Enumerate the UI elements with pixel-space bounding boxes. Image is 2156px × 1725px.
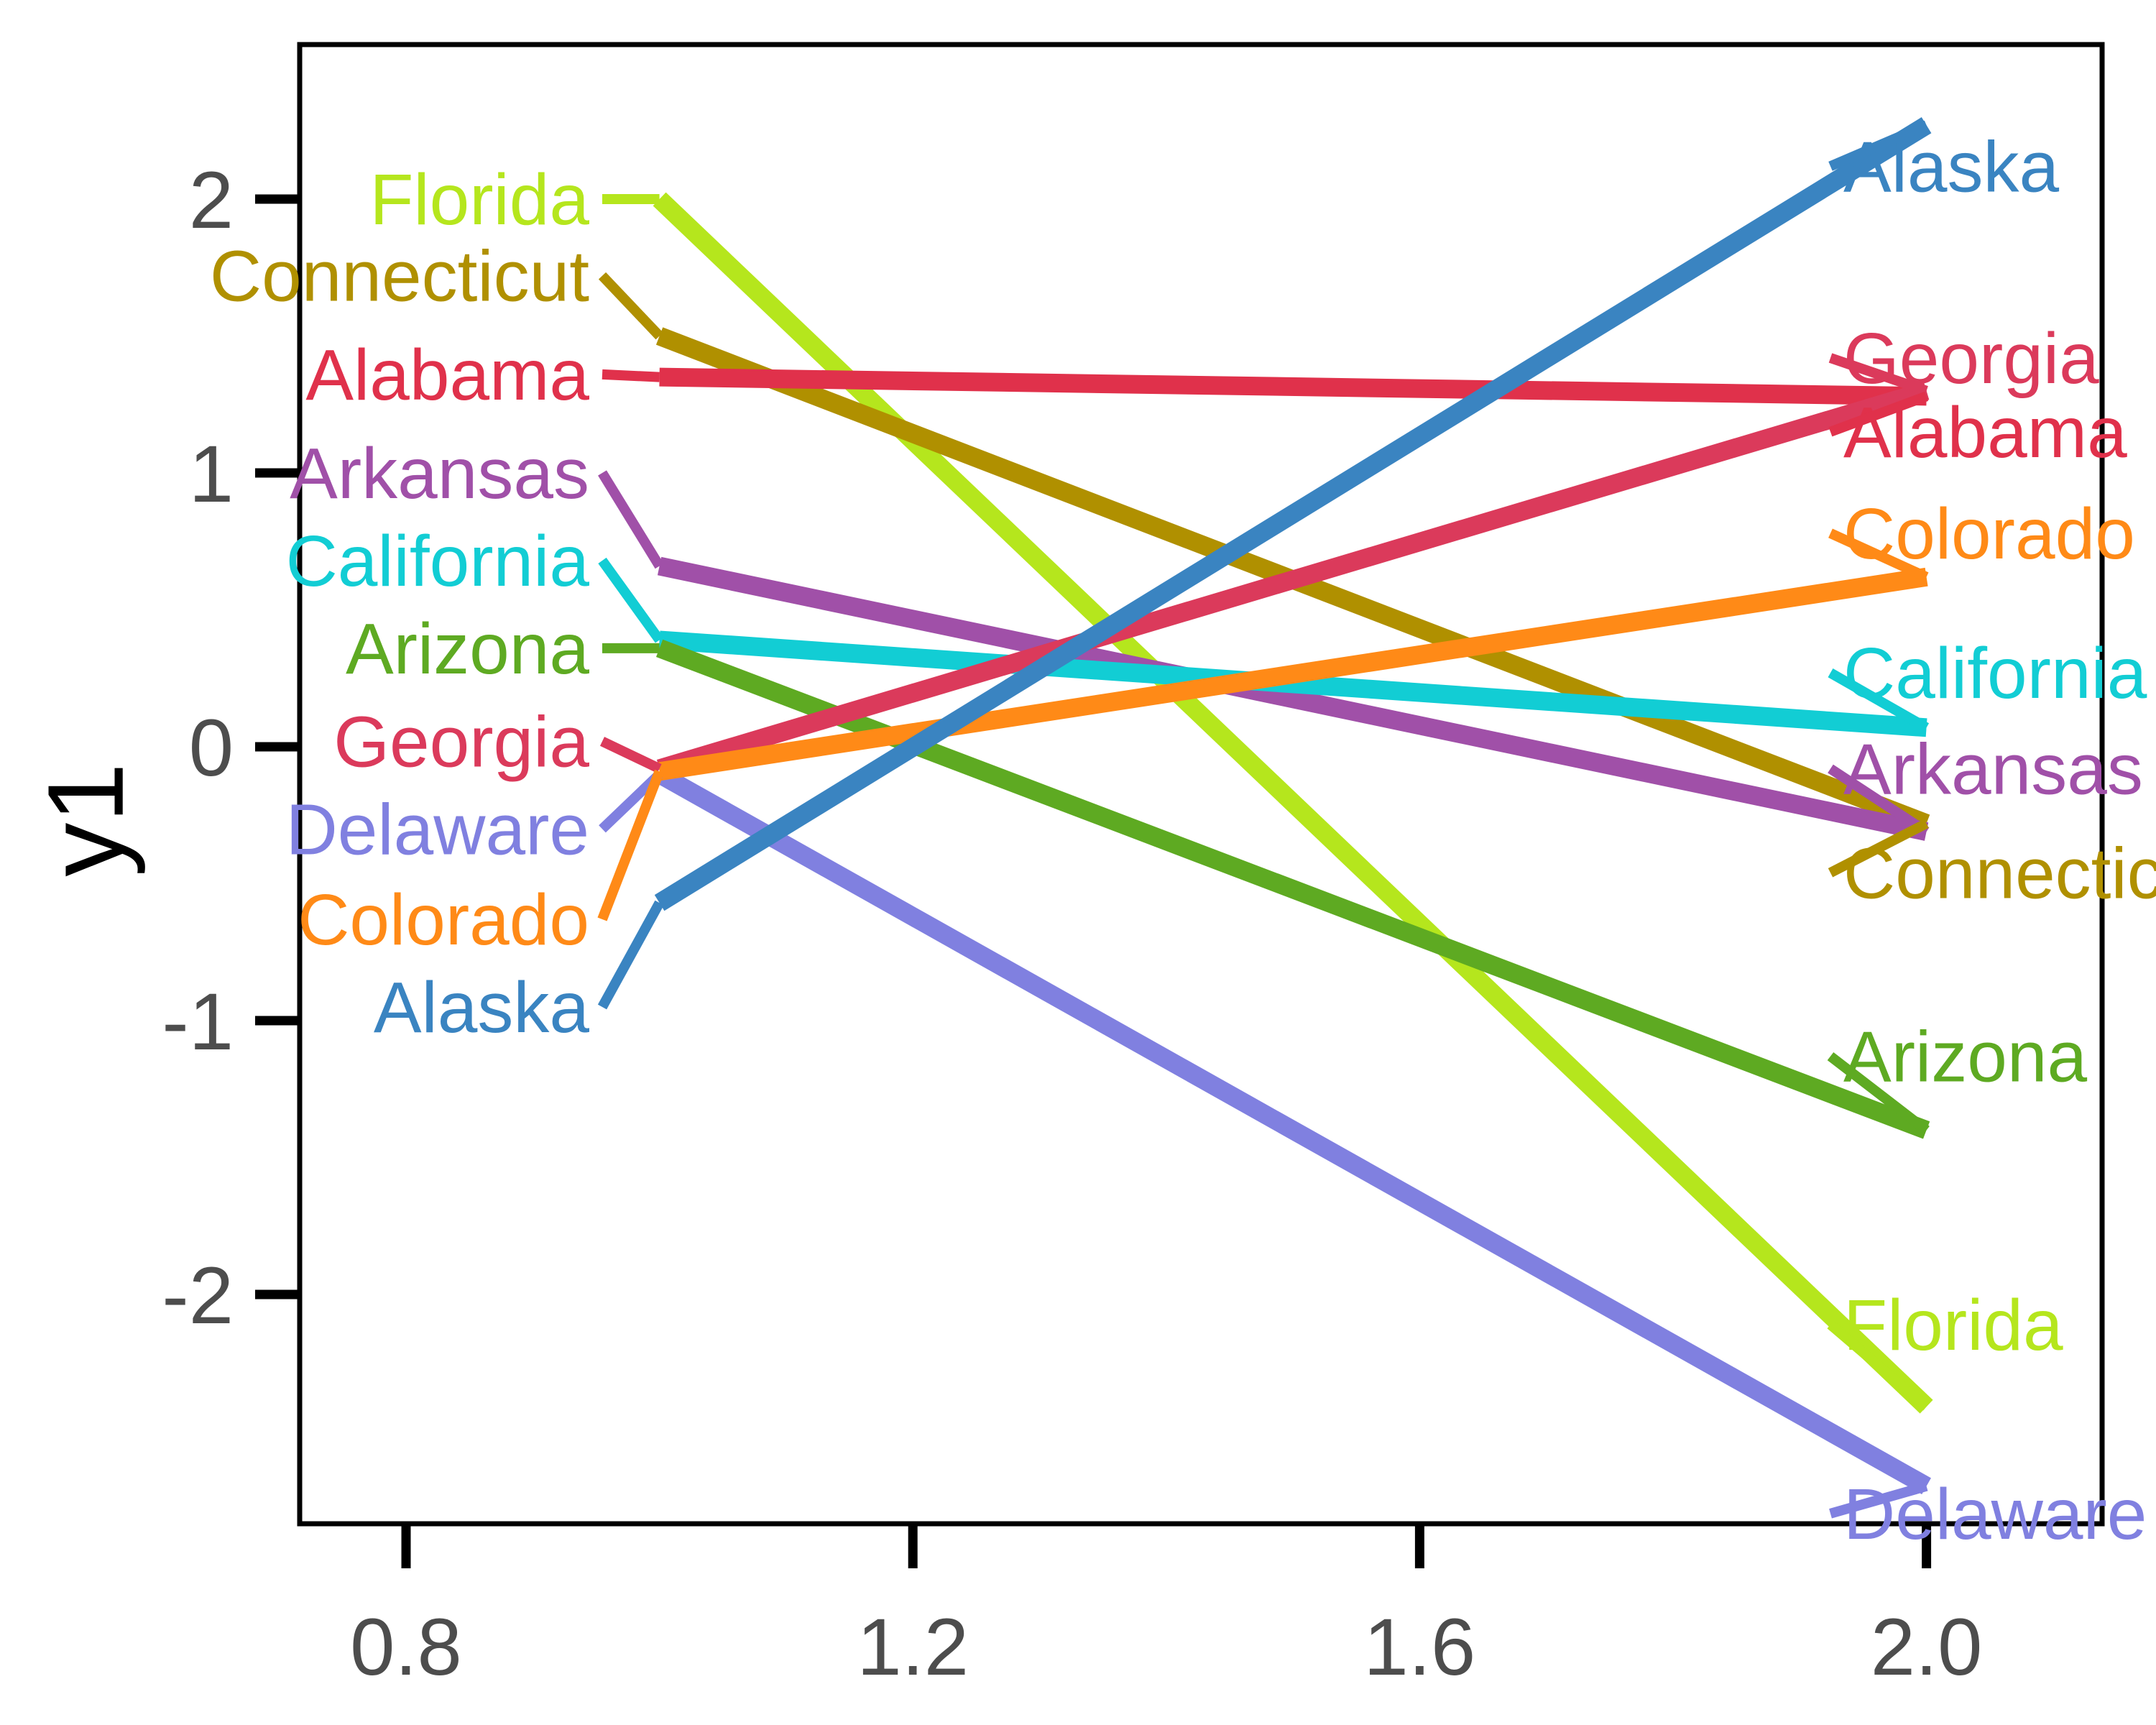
left-series-label: Alaska: [374, 967, 590, 1048]
left-leader-line: [598, 272, 663, 340]
right-series-label: Delaware: [1843, 1474, 2147, 1555]
left-series-label: Florida: [369, 160, 589, 240]
right-series-label: Arkansas: [1843, 729, 2143, 809]
left-leader-line: [597, 769, 665, 921]
right-series-label: Georgia: [1843, 318, 2099, 399]
y-tick-label: -2: [162, 1251, 234, 1340]
left-leader-line: [599, 737, 662, 773]
left-series-label: Delaware: [286, 789, 589, 870]
left-series-label: California: [286, 521, 590, 602]
left-leader-line: [597, 900, 664, 1010]
y-tick-label: 0: [189, 703, 234, 793]
left-series-label: Alabama: [305, 335, 589, 415]
x-tick-label: 2.0: [1871, 1602, 1983, 1692]
left-series-label: Colorado: [298, 880, 589, 960]
x-tick-label: 0.8: [350, 1602, 462, 1692]
left-series-label: Arizona: [346, 609, 589, 689]
left-leader-line: [598, 470, 664, 569]
x-tick-label: 1.6: [1364, 1602, 1476, 1692]
left-series-label: Georgia: [333, 702, 589, 782]
x-tick-label: 1.2: [857, 1602, 969, 1692]
series-line: [659, 367, 1927, 406]
left-leader-line: [598, 557, 664, 643]
right-series-label: Florida: [1843, 1285, 2063, 1366]
y-tick-label: 2: [189, 155, 234, 245]
left-series-label: Connecticut: [210, 236, 589, 317]
right-series-label: Alaska: [1843, 126, 2060, 207]
y-tick-label: 1: [189, 429, 234, 519]
line-chart-canvas: 210-1-20.8 1.2 1.6 2.0FloridaConnecticutAla…: [162, 42, 2156, 1692]
left-series-label: Arkansas: [290, 433, 589, 514]
right-series-label: Arizona: [1843, 1017, 2087, 1098]
y-tick-label: -1: [162, 977, 234, 1067]
right-series-label: Alabama: [1843, 392, 2127, 473]
chart-root: y1 2 1 0 -1 -2 0.8 1.2 1.6 2.0 Florida Connecticut…: [0, 0, 2156, 1725]
left-leader-line: [602, 369, 660, 382]
